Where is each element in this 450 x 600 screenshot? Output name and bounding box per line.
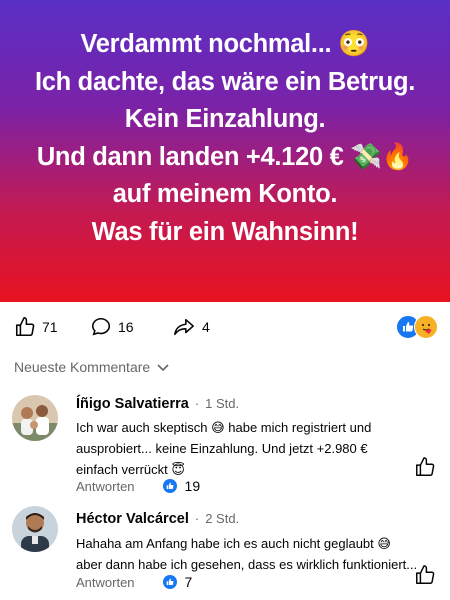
share-button[interactable]: 4 — [172, 310, 210, 344]
comment-text: Ich war auch skeptisch 😅 habe mich regis… — [76, 417, 406, 480]
like-count: 19 — [184, 478, 201, 494]
thumbs-up-icon — [14, 316, 36, 338]
comment-author[interactable]: Héctor Valcárcel — [76, 511, 189, 527]
comment-line: ausprobiert... keine Einzahlung. Und jet… — [76, 441, 368, 456]
comment-author[interactable]: Íñigo Salvatierra — [76, 396, 189, 412]
comment-line: Ich war auch skeptisch 😅 habe mich regis… — [76, 420, 372, 435]
post-action-bar: 71 16 4 — [0, 310, 450, 344]
like-button[interactable]: 71 — [14, 310, 58, 344]
post-banner: Verdammt nochmal... 😳 Ich dachte, das wä… — [0, 0, 450, 302]
comment-sort-dropdown[interactable]: Neueste Kommentare — [14, 359, 169, 375]
post-line-1: Verdammt nochmal... 😳 — [80, 30, 370, 58]
comment-like-count: 7 — [162, 574, 193, 590]
separator-dot: · — [194, 511, 200, 526]
sort-label: Neueste Kommentare — [14, 359, 151, 375]
comment-line: Hahaha am Anfang habe ich es auch nicht … — [76, 536, 391, 551]
comment-count: 16 — [118, 319, 134, 335]
chevron-down-icon — [157, 359, 169, 375]
share-count: 4 — [202, 319, 210, 335]
avatar[interactable] — [12, 506, 58, 552]
reply-button[interactable]: Antworten — [76, 575, 135, 590]
like-count: 7 — [184, 574, 193, 590]
like-reaction-icon — [162, 479, 177, 493]
comment-footer: Antworten 7 — [76, 574, 192, 590]
comment-header: Íñigo Salvatierra · 1 Std. — [76, 396, 239, 412]
separator-dot: · — [194, 396, 200, 411]
like-reaction-icon — [162, 575, 177, 589]
avatar[interactable] — [12, 395, 58, 441]
comment-header: Héctor Valcárcel · 2 Std. — [76, 511, 239, 527]
comment-timestamp[interactable]: 2 Std. — [205, 511, 239, 526]
comment-like-button[interactable] — [414, 456, 436, 483]
share-arrow-icon — [172, 316, 196, 338]
post-line-2: Ich dachte, das wäre ein Betrug. — [34, 67, 416, 96]
speech-bubble-icon — [90, 316, 112, 338]
post-line-4: Und dann landen +4.120 € 💸🔥 — [36, 142, 414, 171]
comment-like-count: 19 — [162, 478, 201, 494]
comment-text: Hahaha am Anfang habe ich es auch nicht … — [76, 533, 426, 575]
reaction-summary[interactable] — [396, 315, 442, 339]
thumbs-up-icon — [416, 565, 435, 584]
care-reaction-icon — [414, 315, 438, 339]
comment-line: aber dann habe ich gesehen, dass es wirk… — [76, 557, 418, 572]
post-line-6: Was für ein Wahnsinn! — [91, 217, 359, 246]
comment-footer: Antworten 19 — [76, 478, 200, 494]
like-count: 71 — [42, 319, 58, 335]
comment-button[interactable]: 16 — [90, 310, 134, 344]
reply-button[interactable]: Antworten — [76, 479, 135, 494]
comment-like-button[interactable] — [414, 564, 436, 591]
post-line-5: auf meinem Konto. — [112, 180, 338, 208]
post-text: Verdammt nochmal... 😳 Ich dachte, das wä… — [0, 26, 450, 251]
comment-timestamp[interactable]: 1 Std. — [205, 396, 239, 411]
thumbs-up-icon — [416, 457, 435, 476]
comment-line: einfach verrückt 😇 — [76, 462, 185, 477]
post-line-3: Kein Einzahlung. — [124, 105, 326, 133]
